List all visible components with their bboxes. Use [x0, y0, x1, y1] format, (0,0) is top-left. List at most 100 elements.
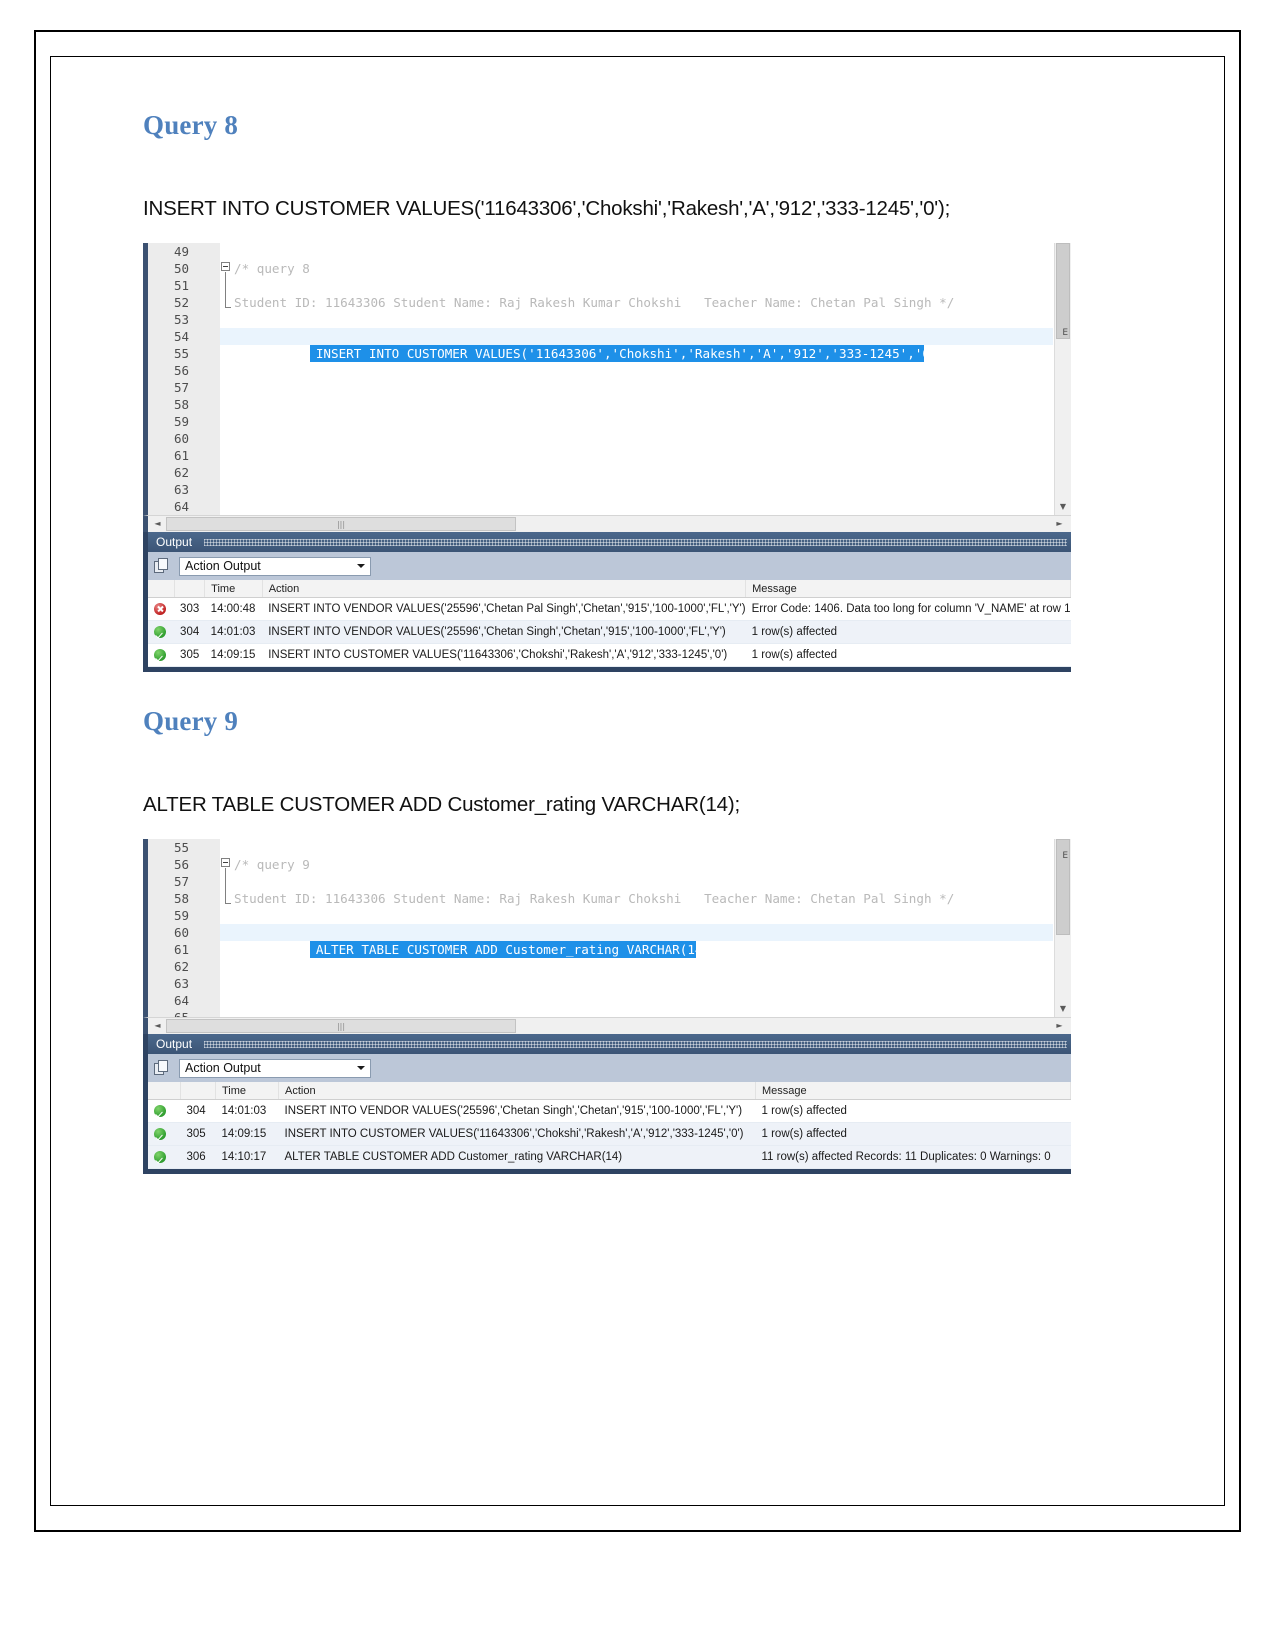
horizontal-scrollbar-thumb[interactable]: ||| — [166, 517, 516, 531]
line-number: 64 — [173, 499, 189, 514]
sql-editor-query-8[interactable]: 49 50 51 52 53 54 55 56 57 58 59 60 61 6… — [143, 243, 1071, 515]
line-number: 55 — [173, 346, 189, 361]
section-heading-query-8: Query 8 — [143, 110, 239, 140]
scroll-left-arrow-icon[interactable]: ◄ — [150, 1018, 165, 1033]
row-index-cell: 306 — [180, 1145, 216, 1169]
scroll-right-arrow-icon[interactable]: ► — [1052, 1018, 1067, 1033]
line-number: 56 — [173, 363, 189, 378]
row-action-cell: INSERT INTO CUSTOMER VALUES('11643306','… — [262, 643, 746, 667]
line-number: 63 — [173, 482, 189, 497]
copy-icon[interactable] — [154, 1059, 171, 1077]
code-line-selected-text[interactable]: ALTER TABLE CUSTOMER ADD Customer_rating… — [309, 941, 718, 958]
column-header-status[interactable] — [145, 1082, 181, 1100]
line-number: 55 — [173, 840, 189, 855]
table-row[interactable]: 305 14:09:15 INSERT INTO CUSTOMER VALUES… — [145, 643, 1071, 667]
code-line-comment-body: Student ID: 11643306 Student Name: Raj R… — [234, 295, 955, 310]
line-number: 63 — [173, 976, 189, 991]
line-number: 59 — [173, 908, 189, 923]
column-header-index[interactable] — [180, 1082, 216, 1100]
table-row[interactable]: 305 14:09:15 INSERT INTO CUSTOMER VALUES… — [145, 1122, 1071, 1146]
output-grid-query-8: Time Action Message 303 14:00:48 INSERT … — [143, 580, 1071, 667]
line-number: 58 — [173, 891, 189, 906]
table-row[interactable]: 306 14:10:17 ALTER TABLE CUSTOMER ADD Cu… — [145, 1145, 1071, 1169]
editor-vertical-scrollbar-query-9[interactable]: E ▼ — [1054, 839, 1071, 1017]
status-success-icon — [154, 1150, 166, 1163]
scroll-down-arrow-icon[interactable]: ▼ — [1055, 1001, 1071, 1017]
scroll-right-arrow-icon[interactable]: ► — [1052, 516, 1067, 531]
table-row[interactable]: 304 14:01:03 INSERT INTO VENDOR VALUES('… — [145, 620, 1071, 644]
scroll-down-arrow-icon[interactable]: ▼ — [1055, 499, 1071, 515]
row-message-cell: Error Code: 1406. Data too long for colu… — [745, 597, 1071, 621]
vertical-scrollbar-thumb[interactable] — [1056, 243, 1070, 339]
line-number: 59 — [173, 414, 189, 429]
column-header-action[interactable]: Action — [278, 1082, 756, 1100]
fold-collapse-icon[interactable] — [221, 262, 230, 271]
fold-stem-line — [225, 272, 226, 308]
editor-gutter-query-8: 49 50 51 52 53 54 55 56 57 58 59 60 61 6… — [148, 243, 221, 515]
row-index-cell: 303 — [174, 597, 205, 621]
chevron-down-icon[interactable] — [357, 1066, 365, 1070]
row-index-cell: 304 — [174, 620, 205, 644]
line-number: 49 — [173, 244, 189, 259]
output-view-select[interactable]: Action Output — [179, 1058, 371, 1078]
code-line-comment-open: /* query 8 — [234, 261, 310, 276]
code-line-comment-open: /* query 9 — [234, 857, 310, 872]
sql-editor-query-9[interactable]: 55 56 57 58 59 60 61 62 63 64 65 /* quer… — [143, 839, 1071, 1017]
sql-statement-query-9: ALTER TABLE CUSTOMER ADD Customer_rating… — [143, 793, 740, 816]
column-header-index[interactable] — [174, 580, 206, 598]
editor-code-area-query-8[interactable]: /* query 8 Student ID: 11643306 Student … — [220, 243, 1053, 515]
sql-statement-query-8: INSERT INTO CUSTOMER VALUES('11643306','… — [143, 197, 951, 220]
table-row[interactable]: 304 14:01:03 INSERT INTO VENDOR VALUES('… — [145, 1099, 1071, 1123]
row-message-cell: 1 row(s) affected — [755, 1122, 1071, 1146]
column-header-status[interactable] — [145, 580, 175, 598]
line-number: 64 — [173, 993, 189, 1008]
output-view-select[interactable]: Action Output — [179, 556, 371, 576]
column-header-time[interactable]: Time — [215, 1082, 279, 1100]
line-number: 57 — [173, 874, 189, 889]
row-time-cell: 14:09:15 — [204, 643, 263, 667]
output-panel-toolbar-query-9: Action Output — [143, 1054, 1071, 1082]
scroll-marker-label: E — [1062, 851, 1068, 861]
horizontal-scrollbar-thumb[interactable]: ||| — [166, 1019, 516, 1033]
chevron-down-icon[interactable] — [357, 564, 365, 568]
row-time-cell: 14:09:15 — [215, 1122, 279, 1146]
column-header-message[interactable]: Message — [755, 1082, 1071, 1100]
fold-stem-line — [225, 868, 226, 904]
editor-vertical-scrollbar-query-8[interactable]: E ▼ — [1054, 243, 1071, 515]
editor-code-area-query-9[interactable]: /* query 9 Student ID: 11643306 Student … — [220, 839, 1053, 1017]
status-success-icon — [154, 625, 166, 638]
output-grid-query-9: Time Action Message 304 14:01:03 INSERT … — [143, 1082, 1071, 1169]
panel-grip-icon — [204, 539, 1067, 546]
line-number: 57 — [173, 380, 189, 395]
copy-icon[interactable] — [154, 557, 171, 575]
output-grid-header-row: Time Action Message — [145, 1082, 1071, 1100]
editor-gutter-query-9: 55 56 57 58 59 60 61 62 63 64 65 — [148, 839, 221, 1017]
output-panel-footer-query-8 — [143, 667, 1071, 672]
code-line-selected-text[interactable]: INSERT INTO CUSTOMER VALUES('11643306','… — [309, 345, 953, 362]
row-action-cell: INSERT INTO VENDOR VALUES('25596','Cheta… — [262, 620, 746, 644]
row-status-cell — [145, 620, 175, 644]
row-time-cell: 14:00:48 — [204, 597, 263, 621]
row-time-cell: 14:01:03 — [204, 620, 263, 644]
table-row[interactable]: 303 14:00:48 INSERT INTO VENDOR VALUES('… — [145, 597, 1071, 621]
column-header-action[interactable]: Action — [262, 580, 747, 598]
editor-horizontal-scrollbar-query-8[interactable]: ◄ ||| ► — [143, 515, 1071, 532]
row-message-cell: 1 row(s) affected — [745, 620, 1071, 644]
scroll-left-arrow-icon[interactable]: ◄ — [150, 516, 165, 531]
output-panel-title: Output — [156, 1037, 193, 1051]
editor-horizontal-scrollbar-query-9[interactable]: ◄ ||| ► — [143, 1017, 1071, 1034]
row-action-cell: INSERT INTO VENDOR VALUES('25596','Cheta… — [262, 597, 746, 621]
line-number: 61 — [173, 448, 189, 463]
output-grid-header-row: Time Action Message — [145, 580, 1071, 598]
fold-collapse-icon[interactable] — [221, 858, 230, 867]
scroll-marker-label: E — [1062, 328, 1068, 338]
column-header-message[interactable]: Message — [745, 580, 1071, 598]
column-header-time[interactable]: Time — [204, 580, 263, 598]
